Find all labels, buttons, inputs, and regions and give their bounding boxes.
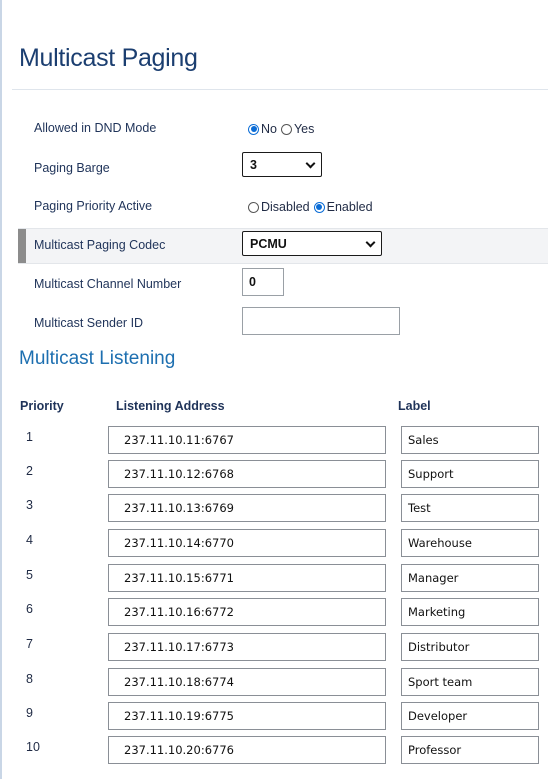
paging-barge-value: 3 (250, 157, 257, 172)
listening-address-value: 237.11.10.11:6767 (124, 433, 234, 447)
listening-row: 3 237.11.10.13:6769 Test (0, 494, 548, 528)
listening-label-input[interactable]: Distributor (401, 633, 539, 661)
dnd-label: Allowed in DND Mode (34, 121, 157, 135)
paging-barge-select[interactable]: 3 (242, 152, 322, 177)
channel-number-value: 0 (249, 275, 256, 289)
dnd-option-no[interactable]: No (248, 122, 277, 136)
priority-number: 9 (26, 706, 33, 720)
dnd-yes-radio[interactable] (280, 123, 292, 135)
listening-row: 8 237.11.10.18:6774 Sport team (0, 668, 548, 702)
channel-number-input[interactable]: 0 (242, 268, 284, 296)
listening-label-input[interactable]: Manager (401, 564, 539, 592)
listening-label-value: Developer (408, 709, 468, 723)
dnd-no-radio[interactable] (248, 123, 259, 135)
listening-label-input[interactable]: Test (401, 494, 539, 522)
listening-address-value: 237.11.10.13:6769 (124, 501, 234, 515)
listening-label-value: Sales (408, 433, 439, 447)
listening-row: 2 237.11.10.12:6768 Support (0, 460, 548, 494)
listening-label-value: Professor (408, 743, 462, 757)
listening-address-value: 237.11.10.17:6773 (124, 640, 234, 654)
listening-address-input[interactable]: 237.11.10.14:6770 (108, 529, 386, 557)
setting-row-dnd: Allowed in DND Mode No Yes (18, 112, 548, 146)
listening-row: 7 237.11.10.17:6773 Distributor (0, 633, 548, 667)
paging-codec-value: PCMU (250, 236, 287, 251)
codec-label: Multicast Paging Codec (34, 238, 166, 252)
page-title: Multicast Paging (19, 44, 198, 72)
listening-row: 10 237.11.10.20:6776 Professor (0, 736, 548, 770)
dnd-no-label: No (261, 122, 277, 136)
priority-number: 1 (26, 430, 33, 444)
priority-option-enabled[interactable]: Enabled (313, 200, 373, 214)
sender-id-input[interactable] (242, 307, 400, 335)
listening-label-value: Sport team (408, 675, 473, 689)
listening-address-input[interactable]: 237.11.10.11:6767 (108, 426, 386, 454)
channel-label: Multicast Channel Number (34, 277, 182, 291)
listening-row: 4 237.11.10.14:6770 Warehouse (0, 529, 548, 563)
listening-address-value: 237.11.10.19:6775 (124, 709, 234, 723)
priority-option-disabled[interactable]: Disabled (248, 200, 310, 214)
listening-row: 1 237.11.10.11:6767 Sales (0, 426, 548, 460)
column-header-label: Label (398, 399, 431, 413)
priority-number: 3 (26, 498, 33, 512)
listening-address-value: 237.11.10.16:6772 (124, 605, 234, 619)
listening-row: 6 237.11.10.16:6772 Marketing (0, 598, 548, 632)
listening-label-value: Manager (408, 571, 459, 585)
listening-address-value: 237.11.10.12:6768 (124, 467, 234, 481)
listening-address-value: 237.11.10.15:6771 (124, 571, 234, 585)
listening-label-value: Distributor (408, 640, 470, 654)
listening-address-input[interactable]: 237.11.10.17:6773 (108, 633, 386, 661)
column-header-address: Listening Address (116, 399, 225, 413)
listening-label-value: Test (408, 501, 431, 515)
priority-number: 6 (26, 602, 33, 616)
listening-address-input[interactable]: 237.11.10.19:6775 (108, 702, 386, 730)
listening-label-input[interactable]: Marketing (401, 598, 539, 626)
setting-row-priority-active: Paging Priority Active Disabled Enabled (18, 190, 548, 224)
listening-label-input[interactable]: Sales (401, 426, 539, 454)
listening-label-input[interactable]: Professor (401, 736, 539, 764)
listening-row: 9 237.11.10.19:6775 Developer (0, 702, 548, 736)
dnd-radio-group: No Yes (248, 122, 318, 136)
listening-address-input[interactable]: 237.11.10.20:6776 (108, 736, 386, 764)
listening-label-value: Support (408, 467, 454, 481)
priority-enabled-radio[interactable] (313, 201, 325, 213)
listening-address-value: 237.11.10.18:6774 (124, 675, 234, 689)
priority-disabled-radio[interactable] (248, 201, 259, 213)
barge-label: Paging Barge (34, 161, 110, 175)
column-header-priority: Priority (20, 399, 64, 413)
listening-address-input[interactable]: 237.11.10.12:6768 (108, 460, 386, 488)
dnd-yes-label: Yes (293, 122, 315, 136)
priority-number: 2 (26, 464, 33, 478)
priority-number: 10 (26, 740, 40, 754)
section-title-listening: Multicast Listening (19, 348, 176, 369)
listening-address-input[interactable]: 237.11.10.13:6769 (108, 494, 386, 522)
listening-address-input[interactable]: 237.11.10.15:6771 (108, 564, 386, 592)
priority-number: 7 (26, 637, 33, 651)
listening-address-input[interactable]: 237.11.10.16:6772 (108, 598, 386, 626)
listening-label-input[interactable]: Developer (401, 702, 539, 730)
priority-number: 4 (26, 533, 33, 547)
listening-label-input[interactable]: Sport team (401, 668, 539, 696)
priority-active-label: Paging Priority Active (34, 199, 153, 213)
priority-disabled-label: Disabled (261, 200, 310, 214)
dnd-option-yes[interactable]: Yes (280, 122, 315, 136)
priority-enabled-label: Enabled (326, 200, 373, 214)
listening-address-value: 237.11.10.20:6776 (124, 743, 234, 757)
listening-label-value: Warehouse (408, 536, 472, 550)
listening-row: 5 237.11.10.15:6771 Manager (0, 564, 548, 598)
listening-label-input[interactable]: Support (401, 460, 539, 488)
listening-label-input[interactable]: Warehouse (401, 529, 539, 557)
priority-number: 5 (26, 568, 33, 582)
chevron-down-icon (365, 237, 376, 248)
chevron-down-icon (305, 158, 316, 169)
listening-label-value: Marketing (408, 605, 466, 619)
listening-address-value: 237.11.10.14:6770 (124, 536, 234, 550)
title-divider (12, 89, 548, 90)
priority-number: 8 (26, 672, 33, 686)
priority-active-radio-group: Disabled Enabled (248, 200, 377, 214)
paging-codec-select[interactable]: PCMU (242, 231, 382, 256)
sender-id-label: Multicast Sender ID (34, 316, 144, 330)
listening-address-input[interactable]: 237.11.10.18:6774 (108, 668, 386, 696)
row-highlight-marker (18, 229, 26, 263)
